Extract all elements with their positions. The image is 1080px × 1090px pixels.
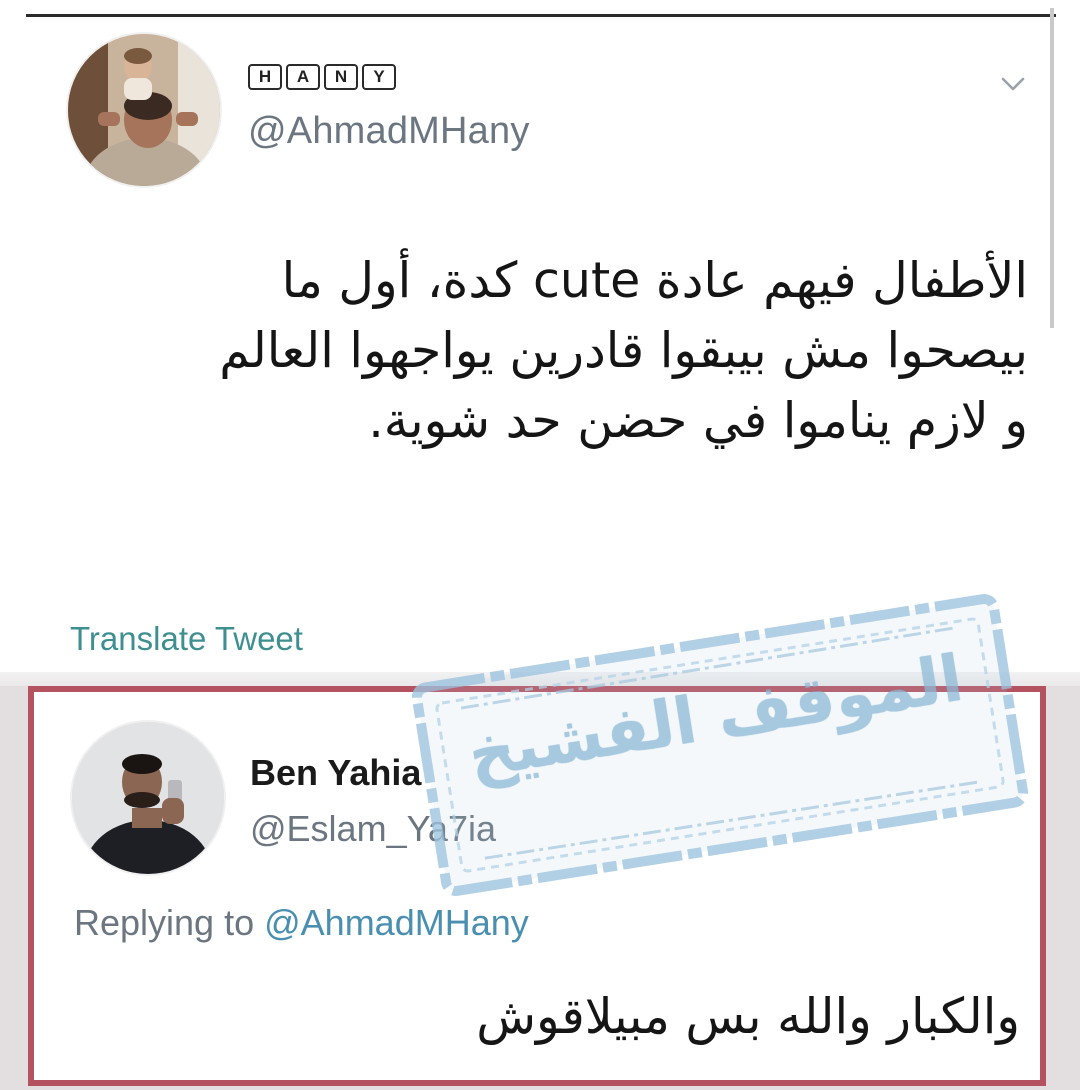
author-name-letter: N bbox=[324, 64, 358, 90]
author-name-letter: Y bbox=[362, 64, 396, 90]
author-name-letter: H bbox=[248, 64, 282, 90]
top-divider bbox=[26, 14, 1056, 17]
reply-author-name[interactable]: Ben Yahia bbox=[250, 752, 421, 794]
translate-tweet-link[interactable]: Translate Tweet bbox=[70, 620, 303, 658]
reply-avatar-photo bbox=[72, 722, 224, 874]
reply-text: والكبار والله بس مبيلاقوش bbox=[476, 988, 1020, 1045]
chevron-down-icon[interactable] bbox=[995, 66, 1031, 102]
reply-author-handle[interactable]: @Eslam_Ya7ia bbox=[250, 808, 496, 850]
reply-author-avatar[interactable] bbox=[72, 722, 224, 874]
scrollbar[interactable] bbox=[1050, 8, 1054, 328]
author-name[interactable]: H A N Y bbox=[248, 64, 396, 90]
replying-to-line: Replying to @AhmadMHany bbox=[74, 902, 529, 944]
tweet-text: الأطفال فيهم عادة cute كدة، أول ما بيصحو… bbox=[128, 246, 1028, 456]
tweet-text-line: و لازم يناموا في حضن حد شوية. bbox=[368, 392, 1028, 449]
tweet-text-line: بيصحوا مش بيبقوا قادرين يواجهوا العالم bbox=[219, 322, 1028, 379]
author-handle[interactable]: @AhmadMHany bbox=[248, 110, 530, 153]
author-name-letter: A bbox=[286, 64, 320, 90]
replying-to-label: Replying to bbox=[74, 902, 265, 943]
author-avatar[interactable] bbox=[68, 34, 220, 186]
tweet-text-line: الأطفال فيهم عادة cute كدة، أول ما bbox=[281, 252, 1028, 309]
avatar-photo bbox=[68, 34, 220, 186]
replying-to-mention[interactable]: @AhmadMHany bbox=[264, 902, 529, 943]
